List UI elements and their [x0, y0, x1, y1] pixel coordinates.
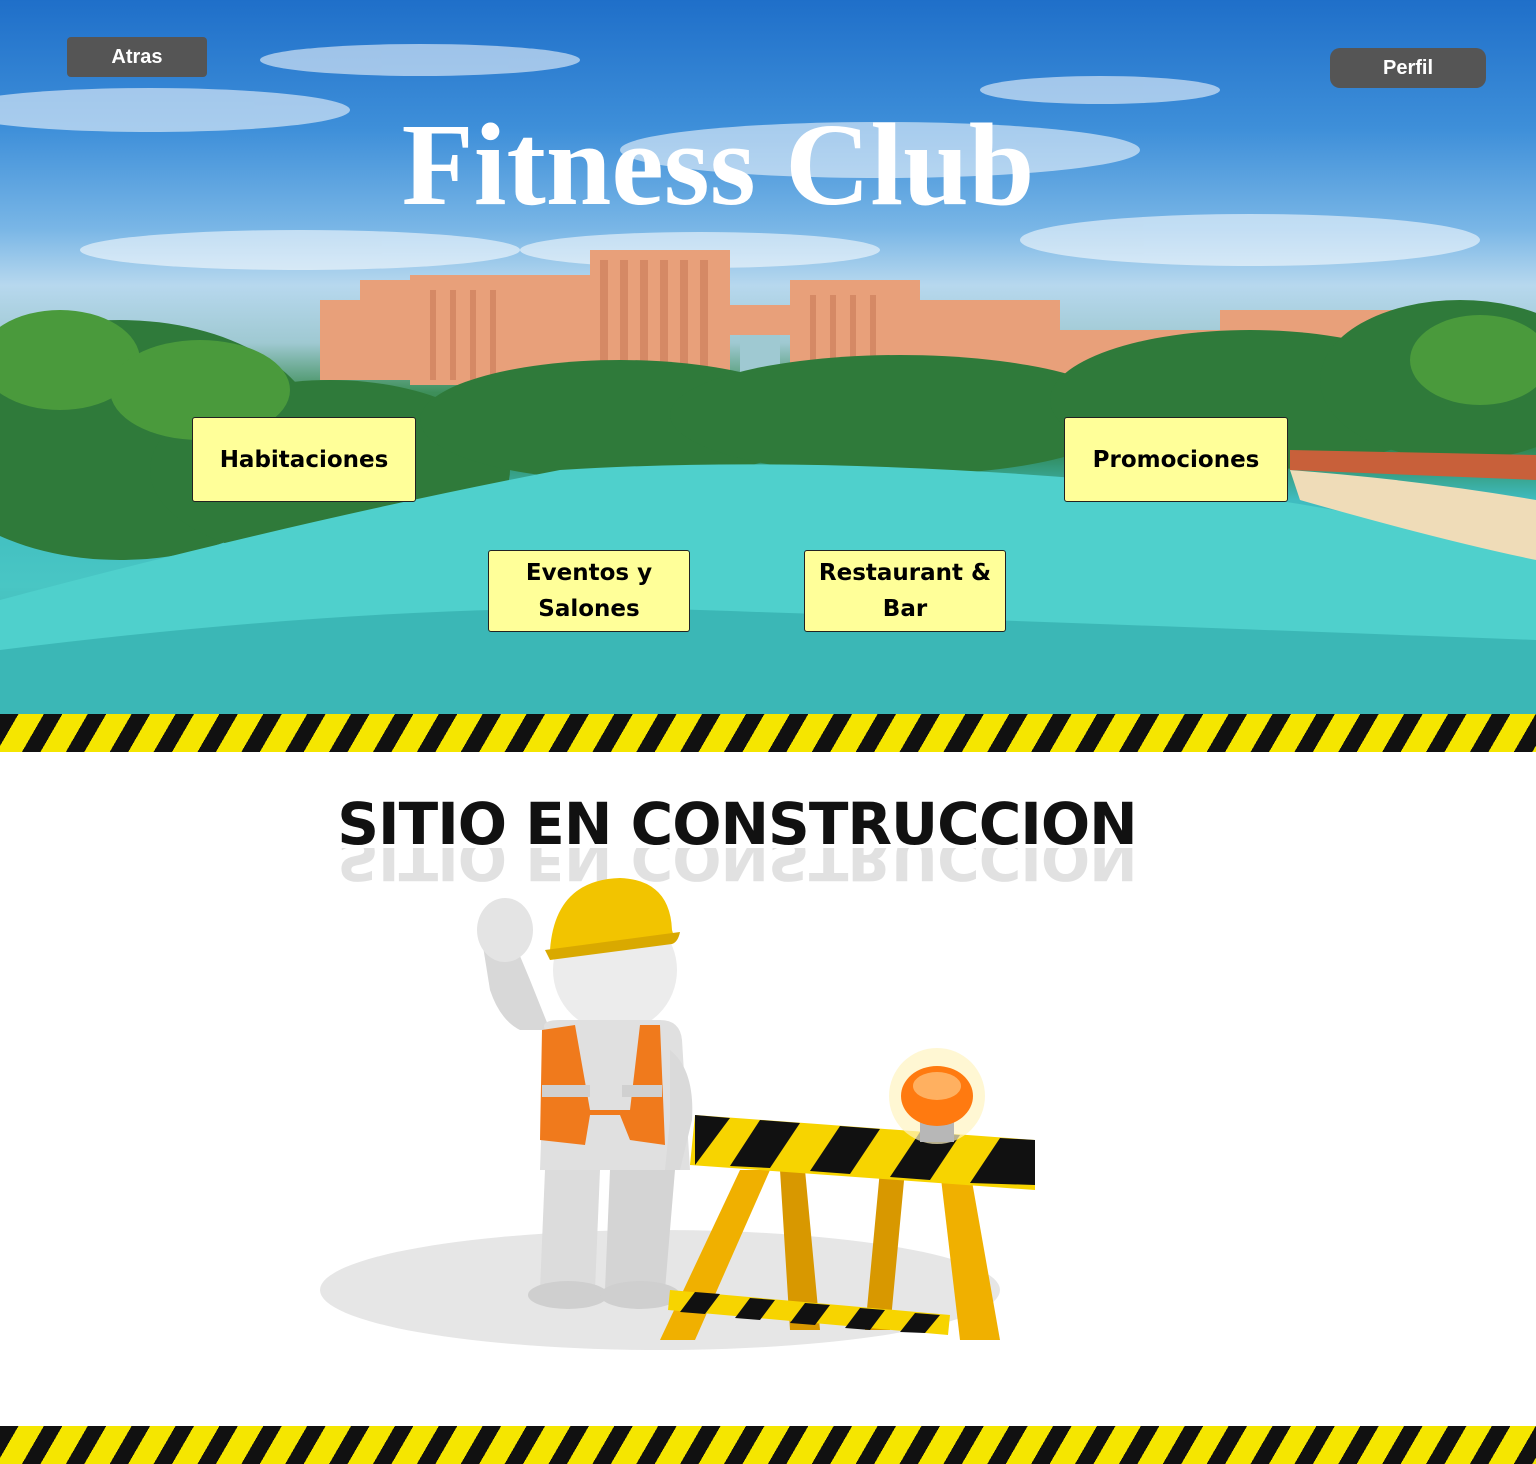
nav-button-label: Restaurant & Bar — [819, 555, 991, 627]
nav-button-label: Habitaciones — [219, 446, 389, 473]
road-barrier-icon — [660, 1115, 1035, 1340]
nav-button-label: Promociones — [1092, 446, 1260, 473]
nav-button-eventos-salones[interactable]: Eventos y Salones — [488, 550, 690, 632]
nav-button-habitaciones[interactable]: Habitaciones — [192, 417, 416, 502]
hero-banner: Atras Perfil Fitness Club Habitaciones P… — [0, 0, 1536, 714]
page-title: Fitness Club — [401, 99, 1035, 230]
hazard-stripe-bottom — [0, 1426, 1536, 1464]
nav-button-promociones[interactable]: Promociones — [1064, 417, 1288, 502]
nav-button-label-line2: Salones — [538, 596, 640, 622]
nav-button-label: Eventos y Salones — [526, 555, 652, 627]
nav-button-label-line2: Bar — [882, 596, 928, 622]
back-button[interactable]: Atras — [67, 37, 207, 77]
hazard-stripe-top — [0, 714, 1536, 752]
under-construction-illustration — [320, 878, 1035, 1350]
nav-button-label-line1: Restaurant & — [818, 560, 992, 586]
profile-button[interactable]: Perfil — [1330, 48, 1486, 88]
nav-button-restaurant-bar[interactable]: Restaurant & Bar — [804, 550, 1006, 632]
warning-light-icon — [889, 1048, 985, 1144]
nav-button-label-line1: Eventos y — [525, 560, 653, 586]
